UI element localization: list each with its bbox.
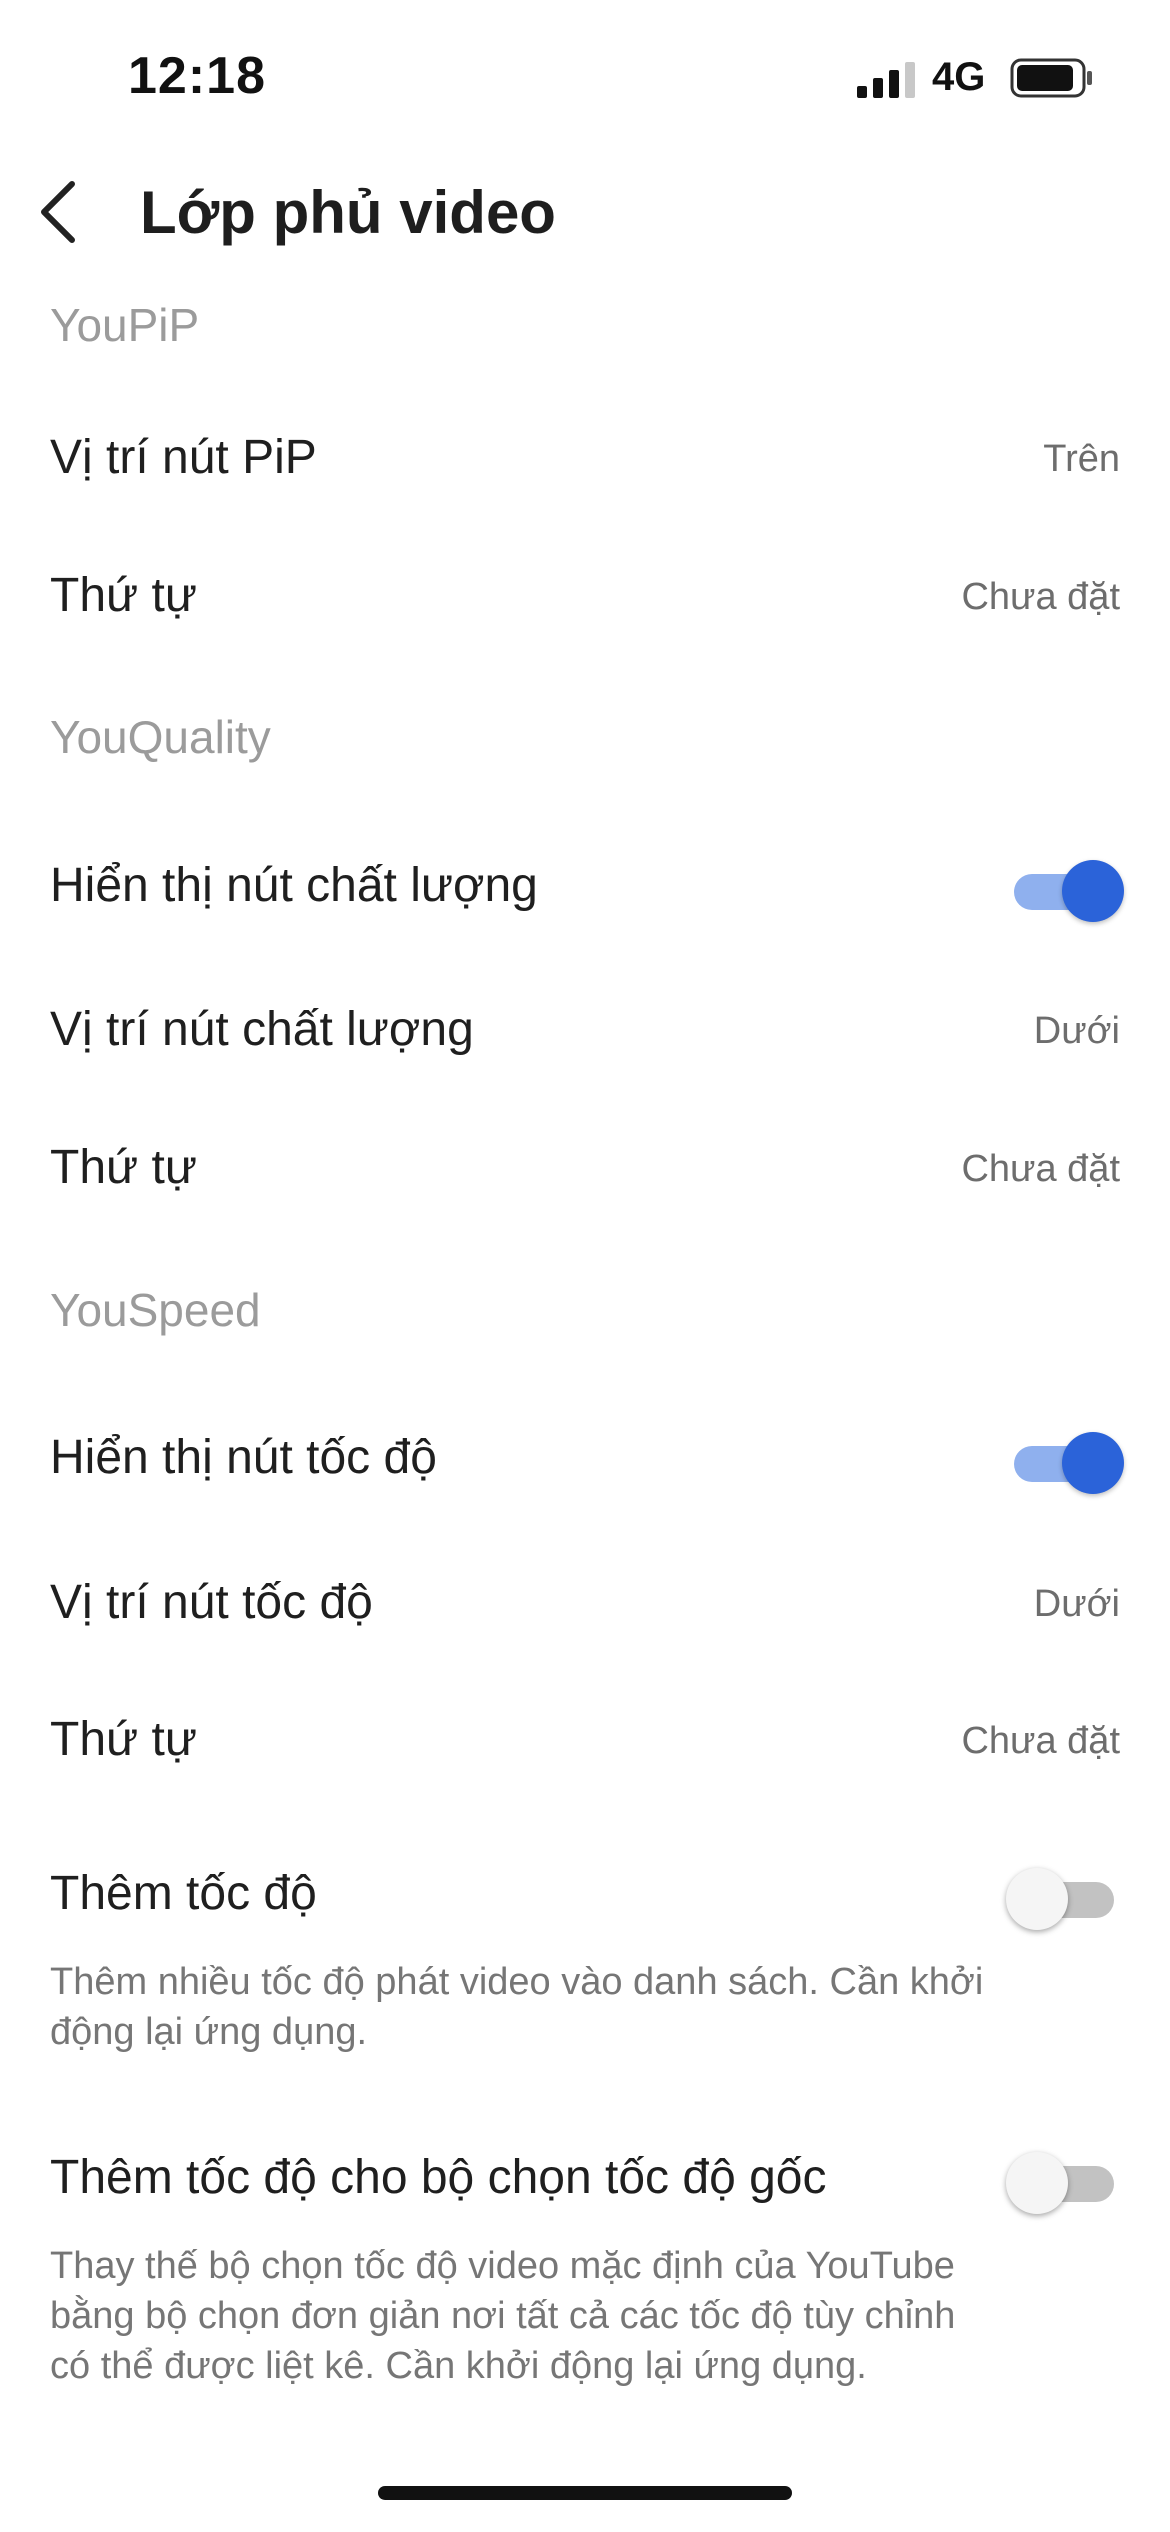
- row-pip-order[interactable]: Thứ tự Chưa đặt: [0, 558, 1170, 658]
- row-speed-position[interactable]: Vị trí nút tốc độ Dưới: [0, 1565, 1170, 1665]
- home-indicator: [378, 2486, 792, 2500]
- row-label: Vị trí nút tốc độ: [50, 1576, 373, 1629]
- row-quality-order[interactable]: Thứ tự Chưa đặt: [0, 1130, 1170, 1230]
- row-label: Vị trí nút PiP: [50, 431, 317, 484]
- status-time: 12:18: [128, 47, 266, 105]
- row-label: Hiển thị nút chất lượng: [50, 859, 538, 912]
- row-label: Thứ tự: [50, 1141, 197, 1194]
- status-bar: 12:18 4G: [0, 0, 1170, 150]
- chevron-left-icon[interactable]: [28, 172, 88, 252]
- cellular-signal-icon: [857, 62, 915, 98]
- page-title: Lớp phủ video: [140, 179, 556, 246]
- toggle-knob: [1006, 1868, 1068, 1930]
- row-quality-position[interactable]: Vị trí nút chất lượng Dưới: [0, 992, 1170, 1092]
- nav-header: Lớp phủ video: [0, 150, 1170, 280]
- row-add-speeds-native[interactable]: Thêm tốc độ cho bộ chọn tốc độ gốc Thay …: [0, 2136, 1170, 2456]
- row-value: Dưới: [1033, 1010, 1120, 1052]
- row-label: Thêm tốc độ cho bộ chọn tốc độ gốc: [50, 2151, 827, 2204]
- row-label: Vị trí nút chất lượng: [50, 1003, 474, 1056]
- row-description: Thêm nhiều tốc độ phát video vào danh sá…: [50, 1961, 984, 2053]
- section-header-youpip: YouPiP: [50, 299, 200, 351]
- row-value: Trên: [1043, 438, 1120, 480]
- row-value: Chưa đặt: [961, 1720, 1120, 1762]
- row-pip-position[interactable]: Vị trí nút PiP Trên: [0, 420, 1170, 520]
- row-description: Thay thế bộ chọn tốc độ video mặc định c…: [50, 2245, 956, 2387]
- battery-icon: [1010, 58, 1092, 98]
- row-value: Chưa đặt: [961, 576, 1120, 618]
- row-show-speed-button[interactable]: Hiển thị nút tốc độ: [0, 1414, 1170, 1514]
- row-value: Dưới: [1033, 1583, 1120, 1625]
- row-show-quality-button[interactable]: Hiển thị nút chất lượng: [0, 842, 1170, 942]
- network-type: 4G: [932, 55, 986, 99]
- row-value: Chưa đặt: [961, 1148, 1120, 1190]
- toggle-add-speeds[interactable]: [1006, 1868, 1120, 1930]
- section-header-youspeed: YouSpeed: [50, 1284, 261, 1336]
- toggle-knob: [1062, 860, 1124, 922]
- section-header-youquality: YouQuality: [50, 711, 271, 763]
- row-label: Thứ tự: [50, 1713, 197, 1766]
- row-label: Thứ tự: [50, 569, 197, 622]
- toggle-knob: [1062, 1432, 1124, 1494]
- row-add-speeds[interactable]: Thêm tốc độ Thêm nhiều tốc độ phát video…: [0, 1852, 1170, 2072]
- toggle-add-speeds-native[interactable]: [1006, 2152, 1120, 2214]
- row-speed-order[interactable]: Thứ tự Chưa đặt: [0, 1702, 1170, 1802]
- toggle-show-quality-button[interactable]: [1010, 860, 1124, 922]
- toggle-show-speed-button[interactable]: [1010, 1432, 1124, 1494]
- row-label: Hiển thị nút tốc độ: [50, 1431, 437, 1484]
- toggle-knob: [1006, 2152, 1068, 2214]
- row-label: Thêm tốc độ: [50, 1867, 317, 1920]
